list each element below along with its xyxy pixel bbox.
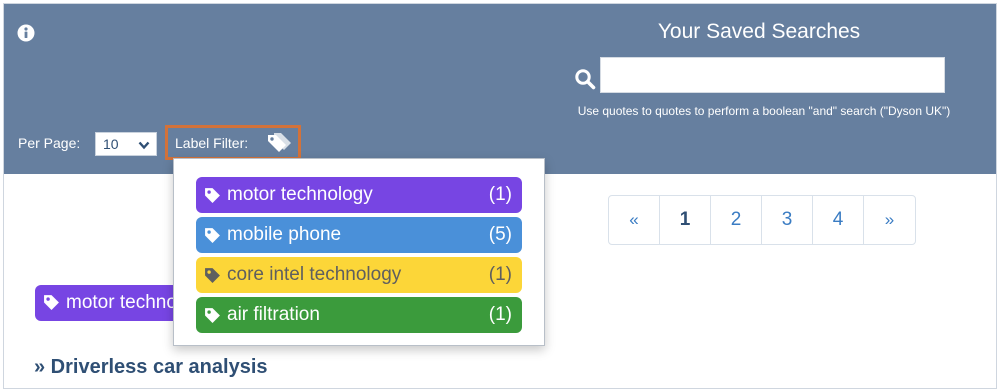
label-filter-dropdown: motor technology (1) mobile phone (5) co… — [173, 158, 545, 346]
info-circle-icon[interactable] — [17, 24, 35, 42]
saved-searches-frame: Your Saved Searches Use quotes to quotes… — [3, 3, 997, 389]
per-page-label: Per Page: — [18, 135, 81, 151]
pagination-page-4[interactable]: 4 — [813, 196, 864, 244]
label-option-name: core intel technology — [227, 264, 402, 285]
pagination-page-2[interactable]: 2 — [711, 196, 762, 244]
label-filter-label: Label Filter: — [175, 135, 249, 151]
pagination-page-3[interactable]: 3 — [762, 196, 813, 244]
label-option-count: (5) — [488, 224, 512, 245]
per-page-value: 10 — [103, 136, 119, 152]
label-option-name: motor technology — [227, 184, 373, 205]
per-page-select[interactable]: 10 — [95, 132, 157, 156]
label-option-core-intel-technology[interactable]: core intel technology (1) — [196, 257, 522, 293]
chevron-down-icon — [138, 141, 150, 150]
pagination-page-1[interactable]: 1 — [660, 196, 711, 244]
pagination-next[interactable]: » — [864, 196, 915, 244]
pagination-prev[interactable]: « — [609, 196, 660, 244]
label-option-count: (1) — [488, 184, 512, 205]
label-option-count: (1) — [488, 304, 512, 325]
tag-icon — [205, 268, 220, 283]
tag-icon — [205, 228, 220, 243]
label-option-count: (1) — [488, 264, 512, 285]
page-title: Your Saved Searches — [657, 20, 861, 43]
result-item-title[interactable]: » Driverless car analysis — [34, 356, 268, 379]
search-hint: Use quotes to quotes to perform a boolea… — [577, 104, 951, 118]
tag-icon — [205, 308, 220, 323]
label-option-name: air filtration — [227, 304, 320, 325]
label-filter-button[interactable]: Label Filter: — [165, 125, 301, 160]
tag-icon — [44, 295, 59, 310]
saved-searches-header: Your Saved Searches Use quotes to quotes… — [4, 4, 996, 174]
pagination: « 1 2 3 4 » — [608, 195, 916, 245]
tags-icon — [268, 133, 291, 152]
label-option-mobile-phone[interactable]: mobile phone (5) — [196, 217, 522, 253]
search-icon — [575, 69, 596, 90]
tag-icon — [205, 188, 220, 203]
label-option-motor-technology[interactable]: motor technology (1) — [196, 177, 522, 213]
label-option-air-filtration[interactable]: air filtration (1) — [196, 297, 522, 333]
label-option-name: mobile phone — [227, 224, 342, 245]
search-input[interactable] — [600, 57, 945, 93]
